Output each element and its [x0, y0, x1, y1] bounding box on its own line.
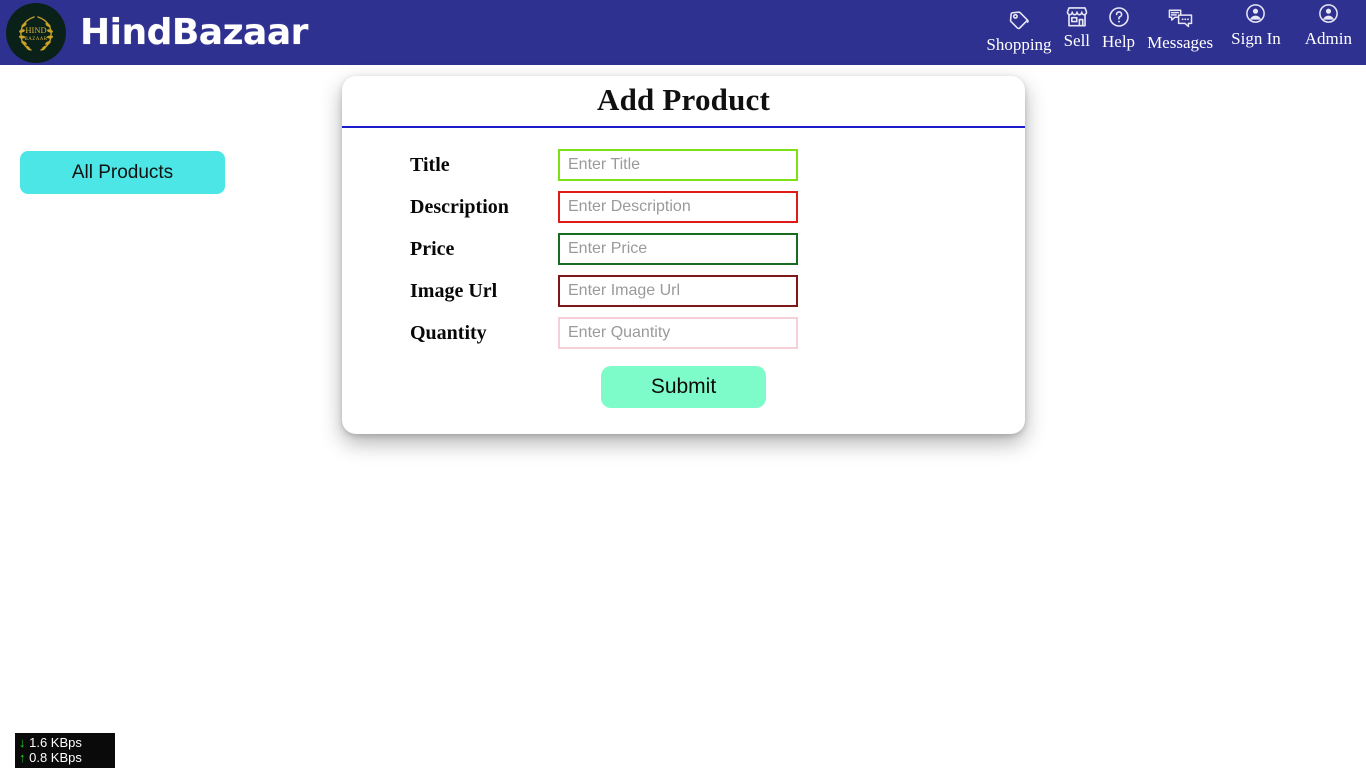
nav-label-sign-in: Sign In: [1231, 29, 1281, 48]
nav-item-shopping[interactable]: Shopping: [980, 4, 1057, 55]
brand-name[interactable]: HindBazaar: [80, 12, 308, 53]
form-row-quantity: Quantity: [342, 312, 1025, 354]
nav-label-messages: Messages: [1147, 33, 1214, 52]
nav-item-help[interactable]: Help: [1096, 1, 1141, 52]
label-description: Description: [410, 195, 509, 218]
upload-arrow-icon: ↑: [19, 750, 26, 765]
description-input[interactable]: [558, 191, 798, 223]
laurel-wreath-logo-icon: HIND BAZAAR: [18, 15, 54, 51]
logo-text-bottom: BAZAAR: [25, 37, 48, 42]
nav-label-sell: Sell: [1063, 31, 1091, 50]
submit-wrapper: Submit: [342, 366, 1025, 408]
add-product-card: Add Product Title Description Price Imag…: [342, 76, 1025, 434]
download-speed-value: 1.6 KBps: [29, 735, 82, 750]
form-row-title: Title: [342, 144, 1025, 186]
tag-icon: [1007, 8, 1031, 34]
upload-speed-row: ↑ 0.8 KBps: [19, 750, 111, 765]
account-circle-icon: [1244, 2, 1267, 28]
hindbazaar-logo[interactable]: HIND BAZAAR: [6, 2, 66, 63]
nav-items: Shopping Sell Help Messages Sign In Admi…: [980, 0, 1358, 65]
all-products-button[interactable]: All Products: [20, 151, 225, 194]
label-title: Title: [410, 153, 450, 176]
form-row-description: Description: [342, 186, 1025, 228]
label-price: Price: [410, 237, 455, 260]
download-arrow-icon: ↓: [19, 735, 26, 750]
label-quantity: Quantity: [410, 321, 487, 344]
storefront-icon: [1064, 4, 1090, 30]
nav-label-help: Help: [1102, 32, 1136, 51]
help-circle-icon: [1107, 5, 1131, 31]
price-input[interactable]: [558, 233, 798, 265]
top-navigation-bar: HIND BAZAAR HindBazaar Shopping Sell Hel…: [0, 0, 1366, 65]
download-speed-row: ↓ 1.6 KBps: [19, 735, 111, 750]
nav-label-shopping: Shopping: [986, 35, 1052, 54]
logo-text-top: HIND: [25, 25, 46, 35]
nav-item-sell[interactable]: Sell: [1058, 0, 1096, 51]
image-url-input[interactable]: [558, 275, 798, 307]
form-row-price: Price: [342, 228, 1025, 270]
label-image-url: Image Url: [410, 279, 498, 302]
nav-item-admin[interactable]: Admin: [1299, 0, 1358, 49]
account-circle-icon: [1317, 2, 1340, 28]
page-title: Add Product: [596, 82, 771, 117]
nav-item-sign-in[interactable]: Sign In: [1225, 0, 1287, 49]
form-row-image-url: Image Url: [342, 270, 1025, 312]
quantity-input[interactable]: [558, 317, 798, 349]
submit-button[interactable]: Submit: [601, 366, 766, 408]
nav-item-messages[interactable]: Messages: [1141, 2, 1219, 53]
brand-group[interactable]: HIND BAZAAR HindBazaar: [6, 2, 308, 63]
add-product-form: Title Description Price Image Url Quanti…: [342, 128, 1025, 408]
nav-label-admin: Admin: [1304, 29, 1352, 48]
upload-speed-value: 0.8 KBps: [29, 750, 82, 765]
title-input[interactable]: [558, 149, 798, 181]
network-speed-overlay: ↓ 1.6 KBps ↑ 0.8 KBps: [15, 733, 115, 768]
chat-bubbles-icon: [1167, 6, 1194, 32]
